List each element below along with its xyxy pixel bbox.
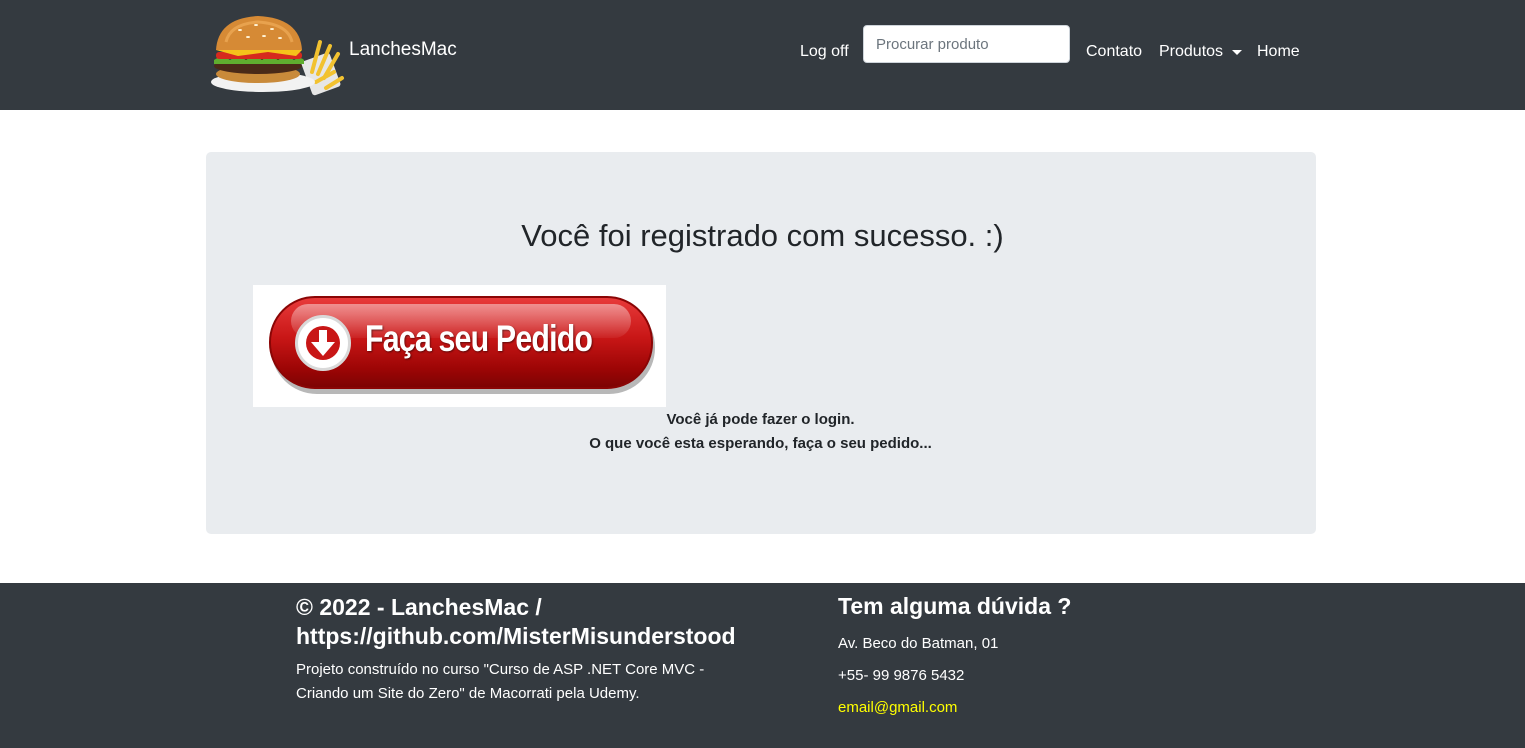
footer-email-link[interactable]: email@gmail.com (838, 699, 957, 716)
search-input[interactable] (863, 25, 1070, 63)
chevron-down-icon[interactable] (1232, 50, 1242, 55)
order-button-image[interactable]: Faça seu Pedido (253, 285, 666, 407)
footer: © 2022 - LanchesMac / https://github.com… (0, 583, 1525, 748)
footer-description: Projeto construído no curso "Curso de AS… (296, 661, 705, 702)
footer-copyright: © 2022 - LanchesMac / https://github.com… (296, 594, 736, 649)
footer-question-title: Tem alguma dúvida ? (838, 593, 1072, 619)
burger-fries-logo-icon[interactable] (208, 12, 348, 96)
nav-item-contato[interactable]: Contato (1086, 43, 1142, 61)
page-title: Você foi registrado com sucesso. :) (521, 218, 1004, 253)
login-message: Você já pode fazer o login. (666, 411, 855, 428)
brand-name-link[interactable]: LanchesMac (349, 39, 457, 61)
order-button[interactable]: Faça seu Pedido (269, 296, 653, 389)
logoff-link[interactable]: Log off (800, 43, 849, 61)
navbar: LanchesMac Log off Contato Produtos Home (0, 0, 1525, 110)
download-arrow-icon (295, 315, 351, 371)
order-button-label: Faça seu Pedido (365, 318, 593, 359)
nav-item-produtos-dropdown[interactable]: Produtos (1159, 43, 1223, 61)
footer-address: Av. Beco do Batman, 01 (838, 635, 999, 652)
order-message: O que você esta esperando, faça o seu pe… (589, 435, 932, 452)
nav-item-home[interactable]: Home (1257, 43, 1300, 61)
footer-phone: +55- 99 9876 5432 (838, 667, 965, 684)
